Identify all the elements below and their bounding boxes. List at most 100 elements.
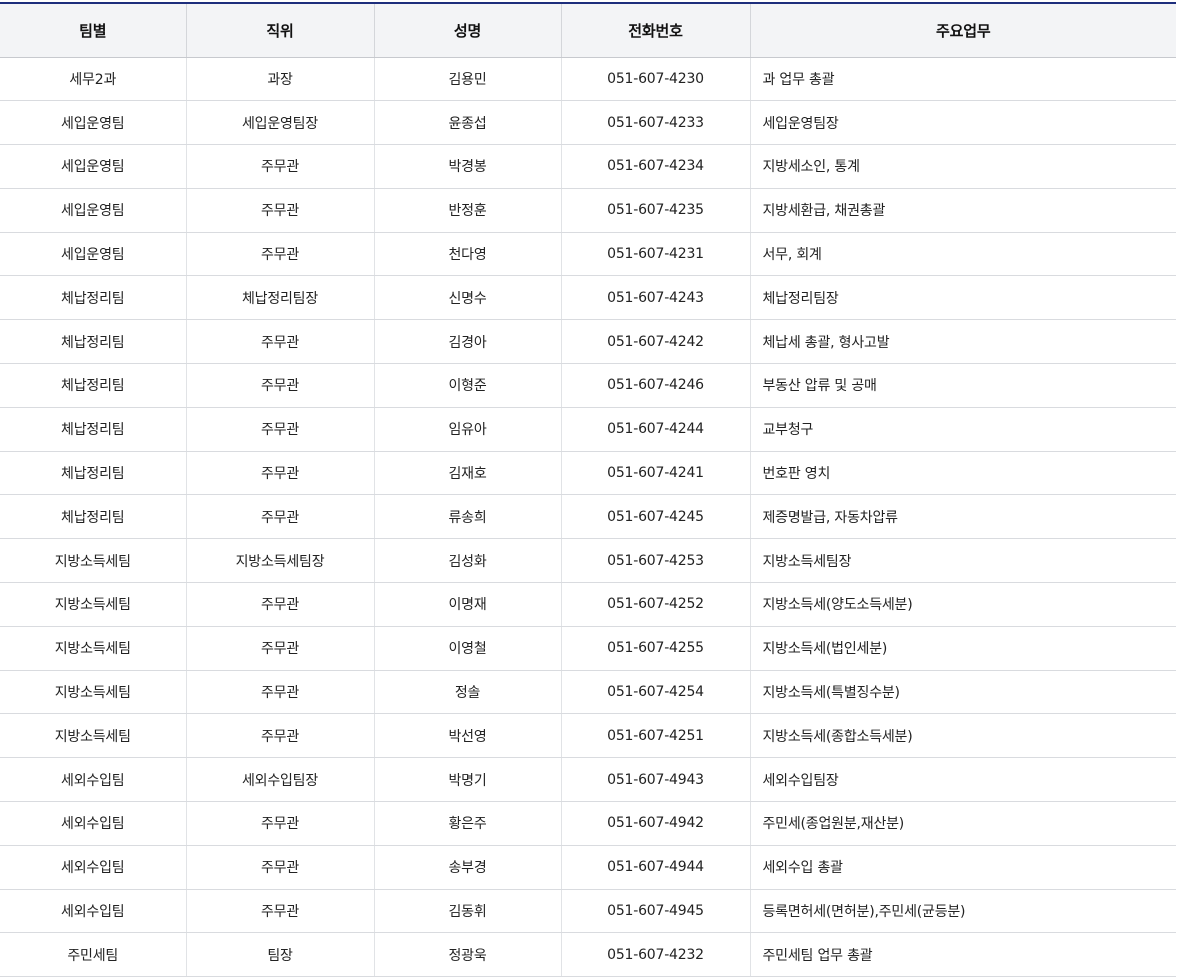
cell-position: 주무관 <box>185 670 374 715</box>
header-phone: 전화번호 <box>560 2 750 58</box>
cell-position: 주무관 <box>185 363 374 408</box>
table-header: 팀별 직위 성명 전화번호 주요업무 <box>0 2 1176 58</box>
header-duties: 주요업무 <box>749 2 1176 58</box>
cell-duties: 세외수입 총괄 <box>749 845 1176 890</box>
cell-duties: 지방소득세(양도소득세분) <box>749 582 1176 627</box>
cell-position: 세외수입팀장 <box>185 757 374 803</box>
table-row: 지방소득세팀 주무관 이명재 051-607-4252 지방소득세(양도소득세분) <box>0 582 1176 627</box>
cell-position: 지방소득세팀장 <box>185 538 374 584</box>
cell-name: 이형준 <box>373 363 561 408</box>
cell-phone: 051-607-4245 <box>560 494 750 540</box>
table-row: 세외수입팀 주무관 송부경 051-607-4944 세외수입 총괄 <box>0 845 1176 890</box>
cell-name: 신명수 <box>373 275 561 321</box>
cell-phone: 051-607-4231 <box>560 232 750 277</box>
cell-team: 세무2과 <box>0 57 186 102</box>
cell-duties: 세입운영팀장 <box>749 100 1176 146</box>
cell-position: 주무관 <box>185 845 374 890</box>
cell-team: 지방소득세팀 <box>0 538 186 584</box>
cell-duties: 체납정리팀장 <box>749 275 1176 321</box>
cell-name: 김동휘 <box>373 889 561 934</box>
table-row: 지방소득세팀 지방소득세팀장 김성화 051-607-4253 지방소득세팀장 <box>0 538 1176 584</box>
cell-phone: 051-607-4255 <box>560 626 750 671</box>
table-row: 체납정리팀 주무관 류송희 051-607-4245 제증명발급, 자동차압류 <box>0 494 1176 540</box>
cell-team: 체납정리팀 <box>0 407 186 452</box>
cell-team: 세외수입팀 <box>0 845 186 890</box>
cell-phone: 051-607-4234 <box>560 144 750 189</box>
cell-duties: 지방소득세팀장 <box>749 538 1176 584</box>
cell-phone: 051-607-4253 <box>560 538 750 584</box>
table-row: 체납정리팀 체납정리팀장 신명수 051-607-4243 체납정리팀장 <box>0 275 1176 321</box>
cell-name: 김성화 <box>373 538 561 584</box>
table-row: 세무2과 과장 김용민 051-607-4230 과 업무 총괄 <box>0 57 1176 102</box>
table-row: 세외수입팀 세외수입팀장 박명기 051-607-4943 세외수입팀장 <box>0 757 1176 803</box>
cell-team: 세입운영팀 <box>0 188 186 233</box>
cell-phone: 051-607-4230 <box>560 57 750 102</box>
cell-duties: 지방세환급, 채권총괄 <box>749 188 1176 233</box>
cell-name: 반정훈 <box>373 188 561 233</box>
cell-duties: 지방소득세(특별징수분) <box>749 670 1176 715</box>
cell-team: 체납정리팀 <box>0 275 186 321</box>
cell-position: 주무관 <box>185 494 374 540</box>
cell-phone: 051-607-4232 <box>560 932 750 977</box>
table-row: 체납정리팀 주무관 김재호 051-607-4241 번호판 영치 <box>0 451 1176 496</box>
table-row: 세입운영팀 주무관 반정훈 051-607-4235 지방세환급, 채권총괄 <box>0 188 1176 233</box>
cell-phone: 051-607-4242 <box>560 319 750 365</box>
cell-duties: 주민세(종업원분,재산분) <box>749 801 1176 846</box>
table-row: 체납정리팀 주무관 임유아 051-607-4244 교부청구 <box>0 407 1176 452</box>
cell-name: 김경아 <box>373 319 561 365</box>
cell-duties: 부동산 압류 및 공매 <box>749 363 1176 408</box>
header-name: 성명 <box>373 2 561 58</box>
table-row: 체납정리팀 주무관 김경아 051-607-4242 체납세 총괄, 형사고발 <box>0 319 1176 365</box>
cell-team: 지방소득세팀 <box>0 670 186 715</box>
header-position: 직위 <box>185 2 374 58</box>
cell-position: 주무관 <box>185 801 374 846</box>
cell-name: 임유아 <box>373 407 561 452</box>
cell-position: 주무관 <box>185 319 374 365</box>
cell-position: 주무관 <box>185 188 374 233</box>
cell-name: 윤종섭 <box>373 100 561 146</box>
cell-position: 주무관 <box>185 232 374 277</box>
cell-duties: 교부청구 <box>749 407 1176 452</box>
cell-position: 주무관 <box>185 582 374 627</box>
cell-position: 주무관 <box>185 451 374 496</box>
cell-team: 체납정리팀 <box>0 451 186 496</box>
table-row: 세입운영팀 세입운영팀장 윤종섭 051-607-4233 세입운영팀장 <box>0 100 1176 146</box>
cell-duties: 번호판 영치 <box>749 451 1176 496</box>
cell-name: 정광욱 <box>373 932 561 977</box>
cell-name: 이영철 <box>373 626 561 671</box>
cell-phone: 051-607-4251 <box>560 713 750 759</box>
cell-duties: 제증명발급, 자동차압류 <box>749 494 1176 540</box>
cell-position: 주무관 <box>185 713 374 759</box>
cell-team: 세입운영팀 <box>0 144 186 189</box>
cell-phone: 051-607-4243 <box>560 275 750 321</box>
cell-name: 박경봉 <box>373 144 561 189</box>
header-row: 팀별 직위 성명 전화번호 주요업무 <box>0 2 1176 58</box>
cell-name: 황은주 <box>373 801 561 846</box>
cell-team: 체납정리팀 <box>0 363 186 408</box>
cell-phone: 051-607-4235 <box>560 188 750 233</box>
table-row: 체납정리팀 주무관 이형준 051-607-4246 부동산 압류 및 공매 <box>0 363 1176 408</box>
cell-duties: 체납세 총괄, 형사고발 <box>749 319 1176 365</box>
cell-position: 팀장 <box>185 932 374 977</box>
cell-phone: 051-607-4233 <box>560 100 750 146</box>
staff-table: 팀별 직위 성명 전화번호 주요업무 세무2과 과장 김용민 051-607-4230… <box>0 2 1176 977</box>
cell-position: 주무관 <box>185 626 374 671</box>
table-body: 세무2과 과장 김용민 051-607-4230 과 업무 총괄세입운영팀 세입운영팀장 윤… <box>0 57 1176 977</box>
table-row: 세입운영팀 주무관 천다영 051-607-4231 서무, 회계 <box>0 232 1176 277</box>
table-row: 세외수입팀 주무관 황은주 051-607-4942 주민세(종업원분,재산분) <box>0 801 1176 846</box>
cell-phone: 051-607-4945 <box>560 889 750 934</box>
table-row: 주민세팀 팀장 정광욱 051-607-4232 주민세팀 업무 총괄 <box>0 932 1176 977</box>
cell-name: 이명재 <box>373 582 561 627</box>
cell-team: 지방소득세팀 <box>0 626 186 671</box>
table-row: 지방소득세팀 주무관 박선영 051-607-4251 지방소득세(종합소득세분) <box>0 713 1176 759</box>
cell-position: 체납정리팀장 <box>185 275 374 321</box>
cell-team: 세외수입팀 <box>0 757 186 803</box>
table-row: 세입운영팀 주무관 박경봉 051-607-4234 지방세소인, 통계 <box>0 144 1176 189</box>
cell-duties: 서무, 회계 <box>749 232 1176 277</box>
cell-duties: 등록면허세(면허분),주민세(균등분) <box>749 889 1176 934</box>
cell-phone: 051-607-4241 <box>560 451 750 496</box>
cell-duties: 과 업무 총괄 <box>749 57 1176 102</box>
cell-team: 지방소득세팀 <box>0 582 186 627</box>
cell-name: 송부경 <box>373 845 561 890</box>
cell-name: 박선영 <box>373 713 561 759</box>
